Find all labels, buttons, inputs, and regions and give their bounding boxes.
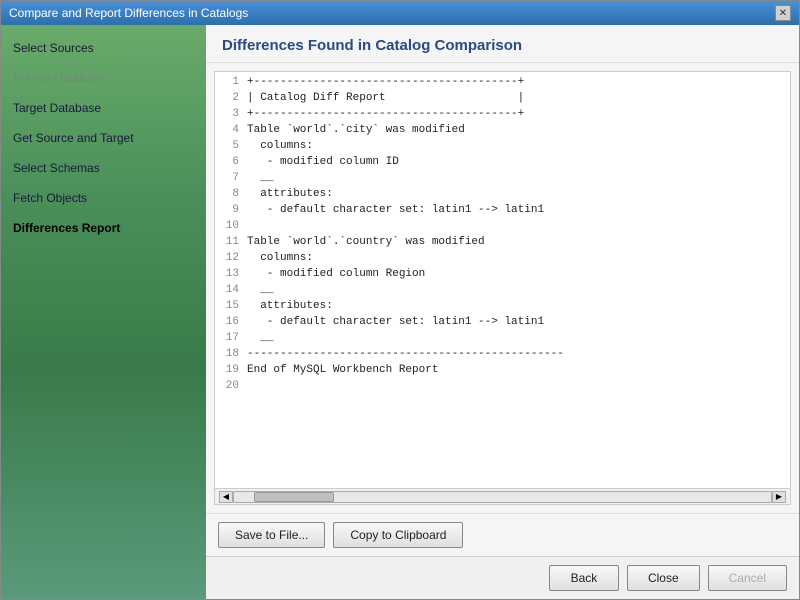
sidebar-item-label: Target Database bbox=[13, 101, 101, 115]
line-number: 13 bbox=[219, 268, 247, 280]
report-line: 16 - default character set: latin1 --> l… bbox=[219, 316, 786, 332]
main-content: Select Sources Source Database Target Da… bbox=[1, 25, 799, 599]
sidebar-item-label: Differences Report bbox=[13, 221, 120, 235]
line-content: __ bbox=[247, 332, 786, 344]
line-content: columns: bbox=[247, 252, 786, 264]
save-to-file-button[interactable]: Save to File... bbox=[218, 522, 325, 548]
sidebar-item-label: Fetch Objects bbox=[13, 191, 87, 205]
report-line: 4Table `world`.`city` was modified bbox=[219, 124, 786, 140]
line-content: - default character set: latin1 --> lati… bbox=[247, 204, 786, 216]
line-number: 16 bbox=[219, 316, 247, 328]
line-content: ----------------------------------------… bbox=[247, 348, 786, 360]
line-number: 9 bbox=[219, 204, 247, 216]
line-content: | Catalog Diff Report | bbox=[247, 92, 786, 104]
line-content: Table `world`.`country` was modified bbox=[247, 236, 786, 248]
report-line: 15 attributes: bbox=[219, 300, 786, 316]
sidebar-item-fetch-objects[interactable]: Fetch Objects bbox=[1, 183, 206, 213]
main-window: Compare and Report Differences in Catalo… bbox=[0, 0, 800, 600]
sidebar-item-label: Source Database bbox=[13, 71, 106, 85]
line-number: 10 bbox=[219, 220, 247, 232]
line-content: - modified column ID bbox=[247, 156, 786, 168]
sidebar: Select Sources Source Database Target Da… bbox=[1, 25, 206, 599]
sidebar-item-select-sources[interactable]: Select Sources bbox=[1, 33, 206, 63]
line-content: +---------------------------------------… bbox=[247, 108, 786, 120]
line-content: Table `world`.`city` was modified bbox=[247, 124, 786, 136]
report-line: 3+--------------------------------------… bbox=[219, 108, 786, 124]
report-line: 14 __ bbox=[219, 284, 786, 300]
close-button[interactable]: Close bbox=[627, 565, 700, 591]
scrollbar-thumb[interactable] bbox=[254, 492, 334, 502]
content-heading: Differences Found in Catalog Comparison bbox=[222, 37, 783, 54]
report-line: 5 columns: bbox=[219, 140, 786, 156]
scroll-right-button[interactable]: ▶ bbox=[772, 491, 786, 503]
report-line: 19End of MySQL Workbench Report bbox=[219, 364, 786, 380]
report-line: 12 columns: bbox=[219, 252, 786, 268]
line-number: 14 bbox=[219, 284, 247, 296]
scroll-left-button[interactable]: ◀ bbox=[219, 491, 233, 503]
sidebar-item-select-schemas[interactable]: Select Schemas bbox=[1, 153, 206, 183]
line-content: columns: bbox=[247, 140, 786, 152]
report-line: 1+--------------------------------------… bbox=[219, 76, 786, 92]
report-text[interactable]: 1+--------------------------------------… bbox=[215, 72, 790, 488]
line-content: attributes: bbox=[247, 188, 786, 200]
line-number: 6 bbox=[219, 156, 247, 168]
action-button-row: Save to File... Copy to Clipboard bbox=[206, 513, 799, 556]
window-title: Compare and Report Differences in Catalo… bbox=[9, 6, 248, 20]
line-number: 20 bbox=[219, 380, 247, 392]
report-line: 20 bbox=[219, 380, 786, 396]
line-content: - default character set: latin1 --> lati… bbox=[247, 316, 786, 328]
line-number: 7 bbox=[219, 172, 247, 184]
line-number: 8 bbox=[219, 188, 247, 200]
report-line: 11Table `world`.`country` was modified bbox=[219, 236, 786, 252]
line-content: +---------------------------------------… bbox=[247, 76, 786, 88]
report-line: 9 - default character set: latin1 --> la… bbox=[219, 204, 786, 220]
sidebar-item-target-database[interactable]: Target Database bbox=[1, 93, 206, 123]
report-line: 10 bbox=[219, 220, 786, 236]
report-line: 6 - modified column ID bbox=[219, 156, 786, 172]
sidebar-item-label: Select Sources bbox=[13, 41, 94, 55]
line-content: End of MySQL Workbench Report bbox=[247, 364, 786, 376]
sidebar-item-source-database[interactable]: Source Database bbox=[1, 63, 206, 93]
line-number: 18 bbox=[219, 348, 247, 360]
horizontal-scrollbar-area: ◀ ▶ bbox=[215, 488, 790, 504]
line-number: 11 bbox=[219, 236, 247, 248]
sidebar-item-differences-report[interactable]: Differences Report bbox=[1, 213, 206, 243]
report-line: 7 __ bbox=[219, 172, 786, 188]
line-content: - modified column Region bbox=[247, 268, 786, 280]
cancel-button[interactable]: Cancel bbox=[708, 565, 787, 591]
close-icon: ✕ bbox=[779, 8, 787, 19]
report-inner: 1+--------------------------------------… bbox=[214, 71, 791, 505]
line-number: 19 bbox=[219, 364, 247, 376]
horizontal-scrollbar[interactable] bbox=[233, 491, 772, 503]
line-number: 15 bbox=[219, 300, 247, 312]
report-line: 18--------------------------------------… bbox=[219, 348, 786, 364]
report-line: 13 - modified column Region bbox=[219, 268, 786, 284]
line-content: attributes: bbox=[247, 300, 786, 312]
line-number: 17 bbox=[219, 332, 247, 344]
line-number: 1 bbox=[219, 76, 247, 88]
line-content: __ bbox=[247, 284, 786, 296]
line-number: 4 bbox=[219, 124, 247, 136]
line-number: 5 bbox=[219, 140, 247, 152]
report-line: 17 __ bbox=[219, 332, 786, 348]
footer-row: Back Close Cancel bbox=[206, 556, 799, 599]
content-area: Differences Found in Catalog Comparison … bbox=[206, 25, 799, 599]
line-number: 3 bbox=[219, 108, 247, 120]
report-line: 8 attributes: bbox=[219, 188, 786, 204]
line-number: 12 bbox=[219, 252, 247, 264]
sidebar-item-get-source-target[interactable]: Get Source and Target bbox=[1, 123, 206, 153]
report-container: 1+--------------------------------------… bbox=[206, 63, 799, 513]
sidebar-item-label: Select Schemas bbox=[13, 161, 100, 175]
line-content: __ bbox=[247, 172, 786, 184]
copy-to-clipboard-button[interactable]: Copy to Clipboard bbox=[333, 522, 463, 548]
report-line: 2| Catalog Diff Report | bbox=[219, 92, 786, 108]
sidebar-item-label: Get Source and Target bbox=[13, 131, 134, 145]
title-bar: Compare and Report Differences in Catalo… bbox=[1, 1, 799, 25]
window-close-button[interactable]: ✕ bbox=[775, 5, 791, 21]
line-number: 2 bbox=[219, 92, 247, 104]
back-button[interactable]: Back bbox=[549, 565, 619, 591]
content-header: Differences Found in Catalog Comparison bbox=[206, 25, 799, 63]
